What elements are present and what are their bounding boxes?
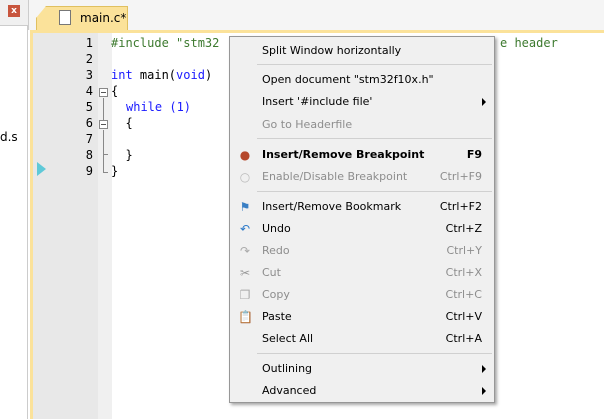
token: #include [111,36,177,50]
token: e header [500,36,558,50]
line-number: 9 [85,164,93,178]
context-menu: Split Window horizontally Open document "… [229,36,495,403]
tab-label: main.c* [80,11,127,25]
code-line-9: } [111,164,119,178]
project-file-item[interactable]: d.s [0,130,18,144]
token: ) [204,68,213,82]
menu-item-select-all[interactable]: Select All Ctrl+A [232,328,492,350]
menu-separator [257,138,492,139]
menu-item-insert-remove-breakpoint[interactable]: ● Insert/Remove Breakpoint F9 [232,144,492,166]
fold-collapse-icon[interactable] [99,88,108,97]
line-number: 4 [85,84,93,98]
menu-item-shortcut: F9 [466,148,482,161]
paste-icon: 📋 [238,310,253,324]
token: int [111,68,133,82]
menu-item-label: Insert/Remove Bookmark [262,200,402,213]
menu-item-insert-include-file[interactable]: Insert '#include file' [232,91,492,113]
menu-item-go-to-headerfile: Go to Headerfile [232,114,492,136]
token: (1) [162,100,192,114]
undo-icon: ↶ [239,222,251,236]
project-panel: x d.s [0,0,28,419]
menu-item-shortcut: Ctrl+Y [446,244,482,257]
fold-end-tick [103,154,108,155]
menu-item-label: Undo [262,222,291,235]
menu-item-shortcut: Ctrl+A [445,332,482,345]
code-line-8: } [111,148,133,162]
menu-item-label: Insert '#include file' [262,95,373,108]
fold-collapse-icon[interactable] [99,120,108,129]
menu-item-enable-disable-breakpoint: ○ Enable/Disable Breakpoint Ctrl+F9 [232,166,492,188]
menu-item-label: Copy [262,288,290,301]
token: void [176,68,205,82]
menu-item-label: Cut [262,266,281,279]
token: "stm32 [176,36,220,50]
line-number: 1 [85,36,93,50]
code-line-6: { [111,116,133,130]
menu-separator [257,64,492,65]
breakpoint-icon: ● [239,148,251,162]
scissors-icon: ✂ [239,266,251,280]
redo-icon: ↷ [239,244,251,258]
menu-item-shortcut: Ctrl+Z [445,222,482,235]
copy-icon: ❐ [239,288,251,302]
line-number: 7 [85,132,93,146]
menu-item-label: Open document "stm32f10x.h" [262,73,434,86]
menu-item-shortcut: Ctrl+C [445,288,482,301]
code-line-5: while (1) [126,99,191,115]
file-icon [59,10,71,25]
menu-item-cut: ✂ Cut Ctrl+X [232,262,492,284]
code-line-1: #include "stm32 e header [111,35,558,51]
current-line-arrow-icon [37,162,46,176]
tab-main-c[interactable]: main.c* [36,6,128,30]
menu-item-split-window-horizontally[interactable]: Split Window horizontally [232,40,492,62]
fold-end-tick [103,172,108,173]
menu-separator [257,191,492,192]
breakpoint-disabled-icon: ○ [239,170,251,184]
line-number: 5 [85,100,93,114]
menu-item-label: Insert/Remove Breakpoint [262,148,425,161]
code-line-4: { [111,84,119,98]
menu-item-label: Enable/Disable Breakpoint [262,170,408,183]
token: while [126,100,163,114]
menu-item-shortcut: Ctrl+F9 [439,170,482,183]
menu-item-shortcut: Ctrl+F2 [439,200,482,213]
menu-item-paste[interactable]: 📋 Paste Ctrl+V [232,306,492,328]
menu-item-redo: ↷ Redo Ctrl+Y [232,240,492,262]
submenu-arrow-icon [482,98,486,106]
fold-line [103,130,104,172]
menu-item-label: Split Window horizontally [262,44,402,57]
close-icon[interactable]: x [8,5,20,17]
line-number: 6 [85,116,93,130]
menu-item-label: Select All [262,332,314,345]
menu-item-shortcut: Ctrl+V [445,310,482,323]
menu-item-advanced[interactable]: Advanced [232,380,492,402]
menu-item-open-document-stm32f10x-h[interactable]: Open document "stm32f10x.h" [232,69,492,91]
submenu-arrow-icon [482,387,486,395]
menu-item-outlining[interactable]: Outlining [232,358,492,380]
menu-item-label: Advanced [262,384,317,397]
line-number: 2 [85,52,93,66]
tab-strip: main.c* [28,0,604,30]
bookmark-flag-icon: ⚑ [239,200,251,214]
menu-item-shortcut: Ctrl+X [445,266,482,279]
token: main( [132,68,177,82]
fold-line [103,98,104,120]
submenu-arrow-icon [482,365,486,373]
menu-item-label: Outlining [262,362,313,375]
code-line-3: int main(void) [111,67,212,83]
line-number: 8 [85,148,93,162]
menu-item-label: Redo [262,244,290,257]
project-panel-header: x [0,0,28,26]
menu-item-undo[interactable]: ↶ Undo Ctrl+Z [232,218,492,240]
menu-item-label: Go to Headerfile [262,118,353,131]
menu-separator [257,353,492,354]
menu-item-label: Paste [262,310,292,323]
menu-item-insert-remove-bookmark[interactable]: ⚑ Insert/Remove Bookmark Ctrl+F2 [232,196,492,218]
menu-item-copy: ❐ Copy Ctrl+C [232,284,492,306]
line-number: 3 [85,68,93,82]
